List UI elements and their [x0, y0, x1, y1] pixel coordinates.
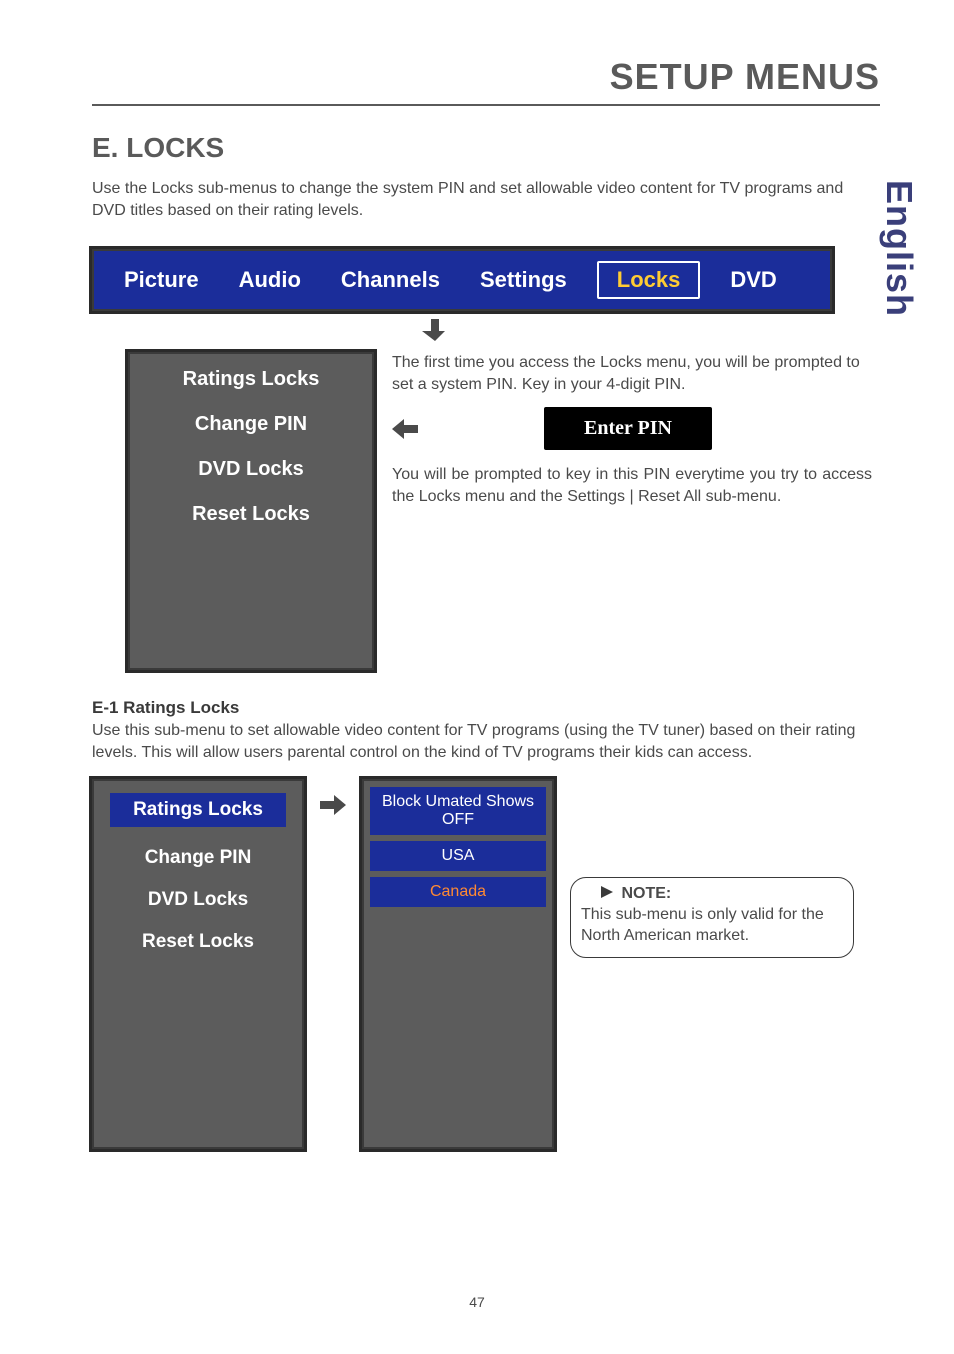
submenu2-reset-locks[interactable]: Reset Locks — [142, 931, 254, 953]
menu-tab-bar: Picture Audio Channels Settings Locks DV… — [92, 249, 832, 311]
submenu2-change-pin[interactable]: Change PIN — [145, 847, 252, 869]
ratings-locks-panel: Block Umated Shows OFF USA Canada — [362, 779, 554, 1149]
intro-paragraph: Use the Locks sub-menus to change the sy… — [92, 178, 880, 221]
tab-picture[interactable]: Picture — [114, 265, 209, 295]
submenu-dvd-locks[interactable]: DVD Locks — [198, 458, 304, 481]
submenu-ratings-locks[interactable]: Ratings Locks — [183, 368, 320, 391]
e1-title: E-1 Ratings Locks — [92, 698, 880, 718]
tab-dvd[interactable]: DVD — [720, 265, 786, 295]
page-number: 47 — [0, 1294, 954, 1310]
note-label: NOTE: — [621, 885, 671, 902]
block-unrated-line2: OFF — [374, 811, 542, 829]
note-box: NOTE: This sub-menu is only valid for th… — [570, 877, 854, 957]
tab-settings[interactable]: Settings — [470, 265, 577, 295]
submenu2-dvd-locks[interactable]: DVD Locks — [148, 889, 248, 911]
e1-description: Use this sub-menu to set allowable video… — [92, 720, 880, 763]
right-arrow-icon — [320, 795, 346, 820]
note-triangle-icon — [601, 884, 613, 905]
heading-locks: E. LOCKS — [92, 132, 880, 164]
submenu-reset-locks[interactable]: Reset Locks — [192, 503, 310, 526]
locks-paragraph-1: The first time you access the Locks menu… — [392, 352, 872, 395]
ratings-canada-item[interactable]: Canada — [370, 877, 546, 907]
submenu-change-pin[interactable]: Change PIN — [195, 413, 307, 436]
divider — [92, 104, 880, 106]
section-title: SETUP MENUS — [92, 56, 880, 98]
left-arrow-icon — [392, 419, 418, 439]
tab-channels[interactable]: Channels — [331, 265, 450, 295]
tab-locks[interactable]: Locks — [597, 261, 701, 299]
block-unrated-shows-item[interactable]: Block Umated Shows OFF — [370, 787, 546, 835]
ratings-usa-item[interactable]: USA — [370, 841, 546, 871]
down-arrow-icon — [92, 317, 832, 348]
locks-submenu-panel: Ratings Locks Change PIN DVD Locks Reset… — [128, 352, 374, 670]
enter-pin-label: Enter PIN — [544, 407, 712, 450]
block-unrated-line1: Block Umated Shows — [382, 793, 534, 810]
language-tab: English — [878, 180, 920, 317]
locks-submenu-panel-2: Ratings Locks Change PIN DVD Locks Reset… — [92, 779, 304, 1149]
tab-audio[interactable]: Audio — [229, 265, 311, 295]
note-text: This sub-menu is only valid for the Nort… — [581, 905, 843, 947]
submenu2-ratings-locks[interactable]: Ratings Locks — [110, 793, 286, 827]
locks-paragraph-2: You will be prompted to key in this PIN … — [392, 464, 872, 507]
